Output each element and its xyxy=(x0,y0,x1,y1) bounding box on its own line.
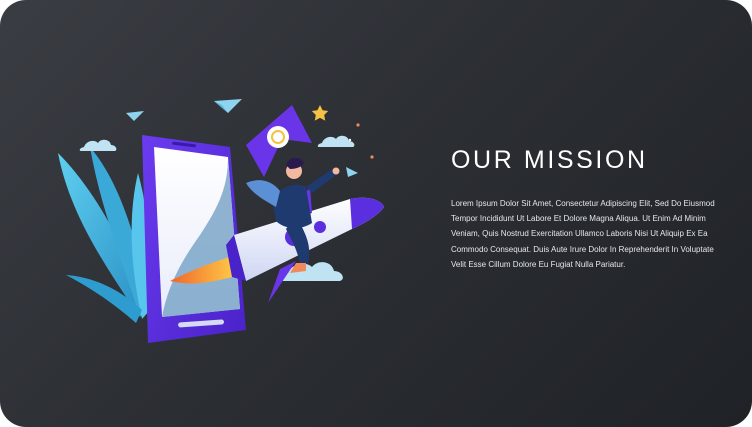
mission-description: Lorem Ipsum Dolor Sit Amet, Consectetur … xyxy=(451,199,715,269)
star-icon xyxy=(311,105,374,159)
flag-icon xyxy=(246,105,312,177)
leaf-plant-icon xyxy=(58,147,151,323)
rocket-launch-illustration xyxy=(50,95,390,355)
smartphone-icon xyxy=(142,135,246,343)
mission-slide: OUR MISSION Lorem Ipsum Dolor Sit Amet, … xyxy=(0,0,752,427)
mission-title: OUR MISSION xyxy=(451,146,648,174)
